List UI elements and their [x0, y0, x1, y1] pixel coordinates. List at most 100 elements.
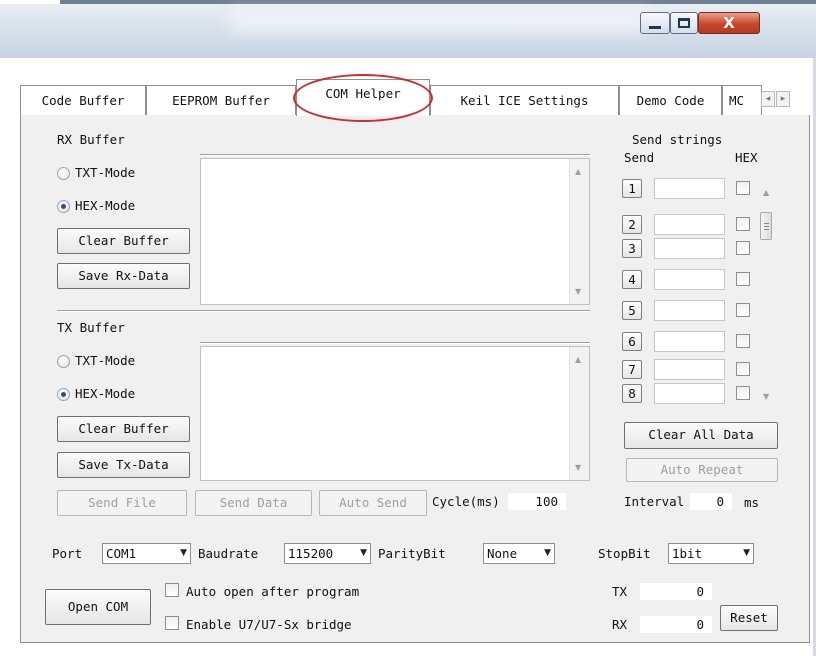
reset-button[interactable]: Reset	[720, 605, 778, 631]
maximize-button[interactable]	[670, 12, 698, 34]
send-string-7-input[interactable]	[654, 359, 725, 380]
close-button[interactable]: X	[698, 12, 760, 34]
scrollbar-thumb[interactable]	[760, 212, 772, 240]
tab-demo-code[interactable]: Demo Code	[619, 85, 722, 115]
port-select[interactable]: COM1 ▼	[102, 543, 191, 564]
rx-txt-mode-label: TXT-Mode	[75, 165, 136, 180]
paritybit-label: ParityBit	[378, 546, 446, 561]
minimize-button[interactable]	[640, 12, 670, 34]
send-file-button[interactable]: Send File	[57, 490, 187, 516]
rx-tx-divider	[57, 310, 590, 312]
send-string-8-hex-checkbox[interactable]	[736, 386, 750, 400]
rx-count-value: 0	[640, 616, 712, 633]
chevron-down-icon: ▼	[360, 548, 367, 558]
tab-eeprom-buffer[interactable]: EEPROM Buffer	[146, 85, 296, 115]
send-string-8-input[interactable]	[654, 383, 725, 404]
cycle-input[interactable]: 100	[508, 493, 566, 510]
tab-scroll-left-button[interactable]: ◂	[761, 91, 775, 107]
stopbit-select[interactable]: 1bit ▼	[668, 543, 754, 564]
tab-com-helper[interactable]: COM Helper	[296, 79, 430, 116]
rx-hex-mode-radio[interactable]	[57, 200, 70, 213]
arrow-left-icon: ◂	[765, 94, 771, 104]
send-string-5-input[interactable]	[654, 300, 725, 321]
auto-open-checkbox[interactable]	[165, 583, 179, 597]
scroll-down-icon: ▼	[575, 463, 582, 472]
cycle-label: Cycle(ms)	[432, 494, 500, 509]
send-string-5-button[interactable]: 5	[622, 301, 642, 320]
auto-open-label: Auto open after program	[186, 584, 360, 599]
rx-separator	[200, 154, 590, 156]
open-com-button[interactable]: Open COM	[45, 589, 151, 625]
send-string-2-button[interactable]: 2	[622, 215, 642, 234]
baudrate-select[interactable]: 115200 ▼	[284, 543, 371, 564]
send-string-4-button[interactable]: 4	[622, 270, 642, 289]
auto-send-button[interactable]: Auto Send	[319, 490, 427, 516]
paritybit-select[interactable]: None ▼	[483, 543, 555, 564]
bridge-checkbox[interactable]	[165, 616, 179, 630]
send-string-7-button[interactable]: 7	[622, 360, 642, 379]
tx-hex-mode-radio[interactable]	[57, 388, 70, 401]
send-string-3-input[interactable]	[654, 238, 725, 259]
interval-label: Interval	[624, 494, 685, 509]
interval-input[interactable]: 0	[690, 493, 732, 510]
tx-separator	[200, 342, 590, 344]
send-string-8-button[interactable]: 8	[622, 384, 642, 403]
tx-buffer-title: TX Buffer	[57, 320, 125, 335]
maximize-icon	[678, 18, 690, 28]
tab-mc[interactable]: MC	[722, 85, 762, 115]
send-string-6-button[interactable]: 6	[622, 332, 642, 351]
stopbit-label: StopBit	[598, 546, 651, 561]
tab-code-buffer[interactable]: Code Buffer	[20, 85, 146, 115]
scroll-up-icon: ▲	[575, 167, 582, 176]
send-string-1-hex-checkbox[interactable]	[736, 181, 750, 195]
hex-column-header: HEX	[735, 150, 758, 165]
send-string-6-hex-checkbox[interactable]	[736, 334, 750, 348]
tx-hex-mode-label: HEX-Mode	[75, 386, 136, 401]
send-string-4-input[interactable]	[654, 269, 725, 290]
rx-scrollbar[interactable]: ▲ ▼	[569, 159, 589, 304]
tx-clear-buffer-button[interactable]: Clear Buffer	[57, 416, 190, 442]
rx-count-label: RX	[612, 617, 628, 632]
minimize-icon	[649, 25, 661, 29]
send-string-5-hex-checkbox[interactable]	[736, 303, 750, 317]
send-string-7-hex-checkbox[interactable]	[736, 362, 750, 376]
send-string-2-hex-checkbox[interactable]	[736, 217, 750, 231]
tx-scrollbar[interactable]: ▲ ▼	[569, 347, 589, 480]
send-strings-list: 1 2 3 4 5 6 7 8 ▲ ▼	[622, 170, 792, 410]
port-label: Port	[52, 546, 83, 561]
clear-all-data-button[interactable]: Clear All Data	[624, 422, 778, 449]
send-string-3-button[interactable]: 3	[622, 239, 642, 258]
rx-txt-mode-radio[interactable]	[57, 167, 70, 180]
send-string-1-button[interactable]: 1	[622, 179, 642, 198]
send-data-button[interactable]: Send Data	[195, 490, 312, 516]
baudrate-label: Baudrate	[198, 546, 259, 561]
bridge-label: Enable U7/U7-Sx bridge	[186, 617, 352, 632]
send-string-4-hex-checkbox[interactable]	[736, 272, 750, 286]
tx-txt-mode-radio[interactable]	[57, 355, 70, 368]
tx-txt-mode-label: TXT-Mode	[75, 353, 136, 368]
auto-repeat-button[interactable]: Auto Repeat	[626, 458, 778, 482]
scroll-up-icon: ▲	[575, 355, 582, 364]
tx-count-value: 0	[640, 583, 712, 600]
send-string-6-input[interactable]	[654, 331, 725, 352]
send-strings-scrollbar[interactable]: ▲ ▼	[758, 178, 776, 404]
scroll-up-icon: ▲	[763, 188, 770, 197]
scroll-down-icon: ▼	[575, 287, 582, 296]
rx-save-data-button[interactable]: Save Rx-Data	[57, 263, 190, 289]
tab-scroll-right-button[interactable]: ▸	[776, 91, 790, 107]
rx-clear-buffer-button[interactable]: Clear Buffer	[57, 228, 190, 254]
rx-buffer-title: RX Buffer	[57, 132, 125, 147]
rx-hex-mode-label: HEX-Mode	[75, 198, 136, 213]
rx-data-textarea[interactable]: ▲ ▼	[200, 158, 590, 305]
tx-count-label: TX	[612, 584, 628, 599]
tab-keil-ice-settings[interactable]: Keil ICE Settings	[430, 85, 619, 115]
send-string-2-input[interactable]	[654, 214, 725, 235]
tx-data-textarea[interactable]: ▲ ▼	[200, 346, 590, 481]
send-string-1-input[interactable]	[654, 178, 725, 199]
send-column-header: Send	[624, 150, 655, 165]
chevron-down-icon: ▼	[544, 548, 551, 558]
interval-unit-label: ms	[744, 495, 760, 510]
tx-save-data-button[interactable]: Save Tx-Data	[57, 452, 190, 478]
title-bar[interactable]: X	[0, 4, 816, 58]
send-string-3-hex-checkbox[interactable]	[736, 241, 750, 255]
